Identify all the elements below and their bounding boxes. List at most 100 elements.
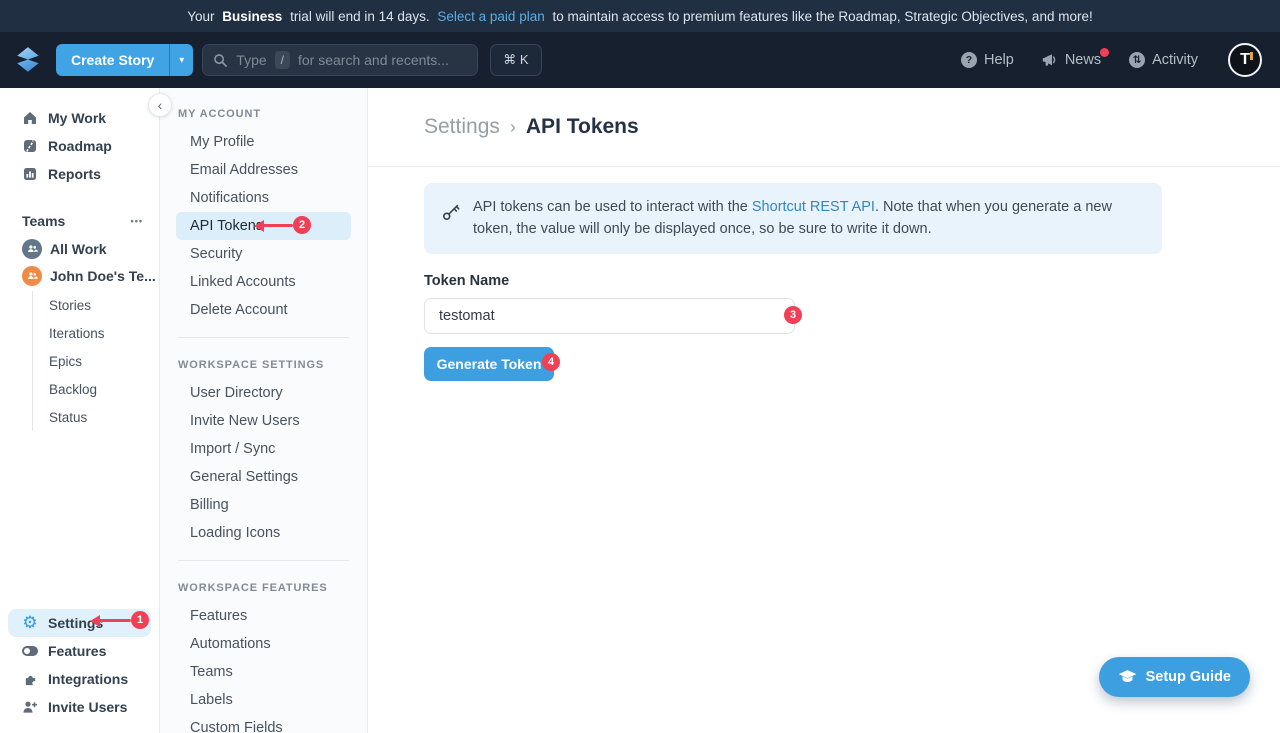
banner-text-pre: Your: [187, 9, 218, 24]
settings-nav-item-my-profile[interactable]: My Profile: [160, 128, 367, 156]
all-work-avatar: [22, 239, 42, 259]
sidebar-item-status[interactable]: Status: [33, 403, 159, 431]
sidebar-item-stories[interactable]: Stories: [33, 291, 159, 319]
activity-menu[interactable]: ⇅ Activity: [1129, 52, 1198, 68]
toggle-icon: [22, 643, 38, 659]
team-label: John Doe's Te...: [50, 268, 156, 284]
person-plus-icon: [22, 699, 38, 715]
sidebar-team-all-work[interactable]: All Work: [0, 235, 159, 262]
gear-icon: ⚙: [22, 615, 38, 631]
settings-section-header: MY ACCOUNT: [160, 100, 367, 128]
sidebar-footer: ⚙ Settings Features Integrations Invite …: [0, 609, 159, 721]
setup-guide-button[interactable]: Setup Guide: [1099, 657, 1250, 697]
token-name-input[interactable]: [424, 298, 795, 334]
select-paid-plan-link[interactable]: Select a paid plan: [437, 9, 544, 24]
sidebar-item-invite-users[interactable]: Invite Users: [0, 693, 159, 721]
sidebar-team-john-does-team[interactable]: John Doe's Te...: [0, 262, 159, 289]
page-header: Settings › API Tokens: [368, 88, 1280, 167]
key-icon: [442, 202, 461, 241]
sidebar-item-label: Roadmap: [48, 138, 112, 154]
primary-sidebar: My Work Roadmap Reports Teams ••• All Wo…: [0, 88, 160, 733]
avatar-initial: T: [1240, 51, 1250, 69]
john-does-team-avatar: [22, 266, 42, 286]
sidebar-item-label: My Work: [48, 110, 106, 126]
generate-token-button[interactable]: Generate Token: [424, 347, 554, 381]
teams-header-label: Teams: [22, 213, 65, 229]
search-placeholder-suffix: for search and recents...: [298, 52, 449, 68]
sidebar-item-label: Settings: [48, 615, 103, 631]
banner-plan-name: Business: [222, 9, 282, 24]
cmd-k-shortcut-badge[interactable]: ⌘ K: [490, 44, 541, 76]
settings-nav-item-teams[interactable]: Teams: [160, 658, 367, 686]
settings-nav-item-features[interactable]: Features: [160, 602, 367, 630]
api-tokens-info-box: API tokens can be used to interact with …: [424, 183, 1162, 254]
sidebar-item-integrations[interactable]: Integrations: [0, 665, 159, 693]
search-placeholder-prefix: Type: [236, 52, 266, 68]
sidebar-item-label: Integrations: [48, 671, 128, 687]
news-menu[interactable]: News: [1042, 52, 1101, 68]
info-text: API tokens can be used to interact with …: [473, 196, 1132, 241]
settings-nav-item-linked-accounts[interactable]: Linked Accounts: [160, 268, 367, 296]
settings-nav-item-security[interactable]: Security: [160, 240, 367, 268]
settings-nav-item-billing[interactable]: Billing: [160, 491, 367, 519]
user-avatar[interactable]: T: [1228, 43, 1262, 77]
settings-nav-item-api-tokens[interactable]: API Tokens: [176, 212, 351, 240]
team-label: All Work: [50, 241, 107, 257]
sidebar-item-label: Features: [48, 643, 106, 659]
sidebar-item-backlog[interactable]: Backlog: [33, 375, 159, 403]
chevron-right-icon: ›: [510, 117, 516, 138]
chevron-left-icon: ‹: [158, 97, 163, 113]
activity-label: Activity: [1152, 52, 1198, 68]
sidebar-item-reports[interactable]: Reports: [0, 160, 159, 188]
chevron-down-icon[interactable]: ▾: [170, 44, 193, 76]
settings-nav-item-custom-fields[interactable]: Custom Fields: [160, 714, 367, 733]
app-shell: My Work Roadmap Reports Teams ••• All Wo…: [0, 88, 1280, 733]
settings-nav-item-user-directory[interactable]: User Directory: [160, 379, 367, 407]
help-menu[interactable]: ? Help: [961, 52, 1014, 68]
sidebar-item-label: Invite Users: [48, 699, 127, 715]
divider: [178, 560, 349, 561]
help-icon: ?: [961, 52, 977, 68]
settings-nav-item-email-addresses[interactable]: Email Addresses: [160, 156, 367, 184]
sidebar-item-roadmap[interactable]: Roadmap: [0, 132, 159, 160]
settings-nav-item-automations[interactable]: Automations: [160, 630, 367, 658]
search-input[interactable]: Type / for search and recents...: [202, 44, 478, 76]
settings-nav-item-labels[interactable]: Labels: [160, 686, 367, 714]
settings-nav-item-notifications[interactable]: Notifications: [160, 184, 367, 212]
breadcrumb-settings[interactable]: Settings: [424, 115, 500, 139]
shortcut-logo-icon[interactable]: [12, 45, 46, 75]
activity-icon: ⇅: [1129, 52, 1145, 68]
navbar-right-cluster: ? Help News ⇅ Activity T: [961, 43, 1262, 77]
sidebar-collapse-button[interactable]: ‹: [148, 93, 172, 117]
roadmap-icon: [22, 138, 38, 154]
search-icon: [213, 53, 228, 68]
settings-nav-item-delete-account[interactable]: Delete Account: [160, 296, 367, 324]
page-title: API Tokens: [526, 115, 639, 139]
help-label: Help: [984, 52, 1014, 68]
page-body: API tokens can be used to interact with …: [368, 167, 1280, 381]
settings-nav-item-invite-new-users[interactable]: Invite New Users: [160, 407, 367, 435]
news-unread-dot: [1100, 48, 1109, 57]
news-label: News: [1065, 52, 1101, 68]
sidebar-item-epics[interactable]: Epics: [33, 347, 159, 375]
info-text-pre: API tokens can be used to interact with …: [473, 199, 752, 215]
teams-menu-dots-icon[interactable]: •••: [131, 216, 143, 226]
reports-icon: [22, 166, 38, 182]
sidebar-item-iterations[interactable]: Iterations: [33, 319, 159, 347]
sidebar-item-my-work[interactable]: My Work: [0, 104, 159, 132]
settings-nav-item-general-settings[interactable]: General Settings: [160, 463, 367, 491]
teams-section-header: Teams •••: [0, 207, 159, 235]
sidebar-item-label: Reports: [48, 166, 101, 182]
settings-nav-item-import-sync[interactable]: Import / Sync: [160, 435, 367, 463]
sidebar-item-features[interactable]: Features: [0, 637, 159, 665]
team-subtree: Stories Iterations Epics Backlog Status: [32, 291, 159, 431]
shortcut-rest-api-link[interactable]: Shortcut REST API: [752, 199, 875, 215]
breadcrumb: Settings › API Tokens: [424, 115, 639, 139]
settings-nav-item-loading-icons[interactable]: Loading Icons: [160, 519, 367, 547]
graduation-cap-icon: [1118, 669, 1137, 685]
create-story-button[interactable]: Create Story ▾: [56, 44, 193, 76]
sidebar-item-settings[interactable]: ⚙ Settings: [8, 609, 151, 637]
puzzle-icon: [22, 671, 38, 687]
banner-text-post: to maintain access to premium features l…: [549, 9, 1093, 24]
avatar-brand-tick: [1250, 52, 1253, 60]
